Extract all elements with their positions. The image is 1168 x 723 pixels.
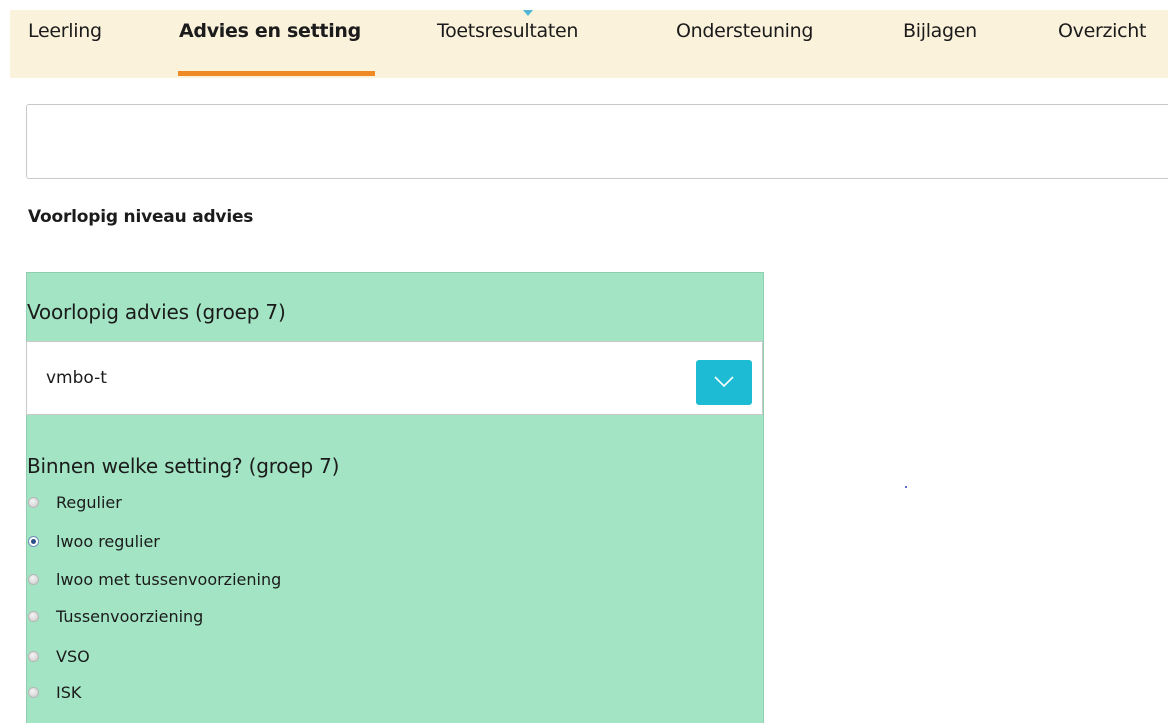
stray-dot [905, 486, 907, 488]
section-title: Voorlopig niveau advies [28, 207, 254, 227]
radio-button[interactable] [28, 497, 39, 508]
dropdown-button[interactable] [696, 360, 752, 405]
tab-ondersteuning[interactable]: Ondersteuning [676, 20, 813, 42]
tab-toetsresultaten[interactable]: Toetsresultaten [437, 20, 578, 42]
triangle-down-icon [523, 10, 533, 16]
advice-label: Voorlopig advies (groep 7) [27, 300, 286, 324]
setting-label: Binnen welke setting? (groep 7) [27, 454, 340, 478]
advice-panel [26, 272, 764, 723]
tab-bijlagen[interactable]: Bijlagen [903, 20, 977, 42]
radio-label: lwoo regulier [56, 532, 160, 551]
radio-button[interactable] [28, 536, 39, 547]
radio-label: ISK [56, 683, 82, 702]
radio-label: Tussenvoorziening [56, 607, 204, 626]
active-tab-indicator [178, 71, 375, 76]
radio-button[interactable] [28, 611, 39, 622]
tab-overzicht[interactable]: Overzicht [1058, 20, 1147, 42]
chevron-down-icon [714, 376, 734, 388]
radio-label: Regulier [56, 493, 122, 512]
text-field[interactable] [26, 104, 1168, 179]
tab-leerling[interactable]: Leerling [28, 20, 102, 42]
advice-select[interactable]: vmbo-t [26, 341, 763, 415]
radio-button[interactable] [28, 651, 39, 662]
page: Leerling Advies en setting Toetsresultat… [0, 0, 1168, 723]
advice-select-value: vmbo-t [46, 368, 107, 388]
radio-button[interactable] [28, 687, 39, 698]
tab-advies-en-setting[interactable]: Advies en setting [179, 20, 361, 42]
radio-label: VSO [56, 647, 90, 666]
radio-button[interactable] [28, 574, 39, 585]
radio-label: lwoo met tussenvoorziening [56, 570, 282, 589]
